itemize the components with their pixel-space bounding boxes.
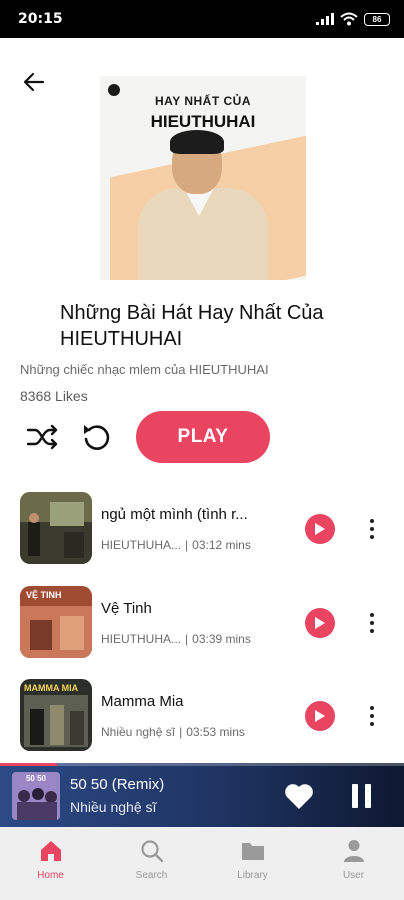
song-thumbnail: VỆ TINH bbox=[20, 586, 92, 658]
song-title: Vệ Tinh bbox=[101, 600, 152, 617]
pause-icon-bar bbox=[364, 784, 371, 808]
arrow-left-icon bbox=[23, 72, 45, 92]
playback-progress-fill bbox=[0, 763, 57, 766]
song-thumbnail: MAMMA MIA bbox=[20, 679, 92, 751]
song-title: ngủ một mình (tình r... bbox=[101, 506, 248, 523]
more-dot bbox=[370, 714, 374, 718]
wifi-icon bbox=[340, 12, 358, 26]
cover-title: HIEUTHUHAI bbox=[150, 112, 256, 131]
song-more-button[interactable] bbox=[362, 512, 382, 546]
song-play-button[interactable] bbox=[305, 701, 335, 731]
song-play-button[interactable] bbox=[305, 514, 335, 544]
playlist-cover: HAY NHẤT CỦA HIEUTHUHAI bbox=[100, 76, 306, 280]
battery-icon: 86 bbox=[364, 12, 390, 26]
battery-level: 86 bbox=[372, 14, 382, 24]
thumbnail-caption: MAMMA MIA bbox=[24, 683, 79, 693]
play-icon bbox=[315, 617, 325, 629]
playlist-description: Những chiếc nhạc mlem của HIEUTHUHAI bbox=[20, 362, 269, 377]
pause-icon bbox=[351, 784, 358, 808]
song-row[interactable]: VỆ TINH Vệ Tinh HIEUTHUHA... | 03:39 min… bbox=[0, 586, 404, 664]
bottom-navigation: Home Search Library User bbox=[0, 827, 404, 900]
now-playing-cover: 50 50 bbox=[12, 772, 60, 820]
meta-separator: | bbox=[185, 538, 189, 552]
play-icon bbox=[315, 710, 325, 722]
nav-label: Library bbox=[237, 870, 268, 881]
song-meta: HIEUTHUHA... | 03:39 mins bbox=[101, 632, 251, 646]
song-duration: 03:39 mins bbox=[192, 632, 251, 646]
shuffle-button[interactable] bbox=[26, 422, 60, 452]
cover-subtitle: HAY NHẤT CỦA bbox=[154, 94, 251, 108]
playlist-title: Những Bài Hát Hay Nhất Của HIEUTHUHAI bbox=[60, 302, 324, 350]
song-meta: HIEUTHUHA... | 03:12 mins bbox=[101, 538, 251, 552]
likes-count: 8368 Likes bbox=[20, 388, 88, 404]
replay-button[interactable] bbox=[80, 421, 112, 453]
status-icons: 86 bbox=[316, 12, 390, 26]
status-bar: 20:15 86 bbox=[0, 0, 404, 38]
song-row[interactable]: ngủ một mình (tình r... HIEUTHUHA... | 0… bbox=[0, 492, 404, 570]
meta-separator: | bbox=[179, 725, 183, 739]
play-all-button[interactable]: PLAY bbox=[136, 411, 270, 463]
more-dot bbox=[370, 535, 374, 539]
song-artist: HIEUTHUHA... bbox=[101, 538, 182, 552]
artist-photo-hair bbox=[170, 130, 224, 154]
song-artist: HIEUTHUHA... bbox=[101, 632, 182, 646]
pause-button[interactable] bbox=[346, 781, 376, 811]
more-dot bbox=[370, 722, 374, 726]
mini-player[interactable]: 50 50 50 50 (Remix) Nhiều nghệ sĩ bbox=[0, 763, 404, 827]
nav-library[interactable]: Library bbox=[202, 827, 303, 900]
more-vertical-icon bbox=[370, 706, 374, 710]
playback-progress-bar[interactable] bbox=[0, 763, 404, 766]
back-button[interactable] bbox=[20, 68, 48, 96]
song-more-button[interactable] bbox=[362, 606, 382, 640]
song-title: Mamma Mia bbox=[101, 693, 184, 710]
now-playing-title: 50 50 (Remix) bbox=[70, 776, 165, 793]
status-time: 20:15 bbox=[18, 11, 63, 27]
now-playing-artist: Nhiều nghệ sĩ bbox=[70, 799, 157, 815]
song-thumbnail bbox=[20, 492, 92, 564]
song-more-button[interactable] bbox=[362, 699, 382, 733]
song-meta: Nhiều nghệ sĩ | 03:53 mins bbox=[101, 725, 245, 739]
nav-user[interactable]: User bbox=[303, 827, 404, 900]
more-dot bbox=[370, 527, 374, 531]
more-vertical-icon bbox=[370, 519, 374, 523]
song-artist: Nhiều nghệ sĩ bbox=[101, 725, 176, 739]
more-vertical-icon bbox=[370, 613, 374, 617]
like-button[interactable] bbox=[284, 783, 314, 811]
song-duration: 03:53 mins bbox=[186, 725, 245, 739]
search-icon bbox=[139, 838, 165, 864]
signal-icon bbox=[316, 13, 334, 25]
nav-label: Search bbox=[135, 870, 168, 881]
user-icon bbox=[341, 838, 367, 864]
song-row[interactable]: MAMMA MIA Mamma Mia Nhiều nghệ sĩ | 03:5… bbox=[0, 679, 404, 757]
folder-icon bbox=[240, 838, 266, 864]
thumbnail-caption: VỆ TINH bbox=[26, 590, 62, 600]
nav-search[interactable]: Search bbox=[101, 827, 202, 900]
now-playing-cover-caption: 50 50 bbox=[25, 774, 47, 783]
song-play-button[interactable] bbox=[305, 608, 335, 638]
nav-label: User bbox=[342, 870, 365, 881]
home-icon bbox=[38, 838, 64, 864]
meta-separator: | bbox=[185, 632, 189, 646]
song-duration: 03:12 mins bbox=[192, 538, 251, 552]
shuffle-icon bbox=[26, 424, 58, 450]
heart-icon bbox=[285, 784, 313, 809]
more-dot bbox=[370, 621, 374, 625]
nav-label: Home bbox=[37, 870, 64, 881]
play-icon bbox=[315, 523, 325, 535]
more-dot bbox=[370, 629, 374, 633]
replay-icon bbox=[84, 425, 110, 450]
nav-home[interactable]: Home bbox=[0, 827, 101, 900]
